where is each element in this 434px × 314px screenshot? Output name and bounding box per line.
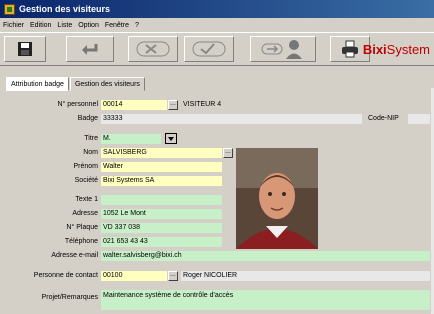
societe-field[interactable]: Bixi Systems SA xyxy=(101,176,222,186)
adresse-field[interactable]: 1052 Le Mont xyxy=(101,209,222,219)
contact-label: Personne de contact xyxy=(33,272,98,279)
title-bar: Gestion des visiteurs xyxy=(0,0,434,18)
undo-arrow-icon xyxy=(82,44,98,55)
prenom-label: Prénom xyxy=(73,163,98,170)
confirm-button[interactable] xyxy=(184,36,234,62)
window-title: Gestion des visiteurs xyxy=(19,4,111,14)
menu-liste[interactable]: Liste xyxy=(57,22,72,29)
texte1-label: Texte 1 xyxy=(75,196,98,203)
tab-attribution-badge[interactable]: Attribution badge xyxy=(6,77,69,91)
chevron-down-icon xyxy=(168,136,174,141)
adresse-label: Adresse xyxy=(72,210,98,217)
telephone-field[interactable]: 021 653 43 43 xyxy=(101,237,222,247)
delete-icon xyxy=(136,41,170,57)
plaque-field[interactable]: VD 337 038 xyxy=(101,223,222,233)
code-nip-label: Code-NIP xyxy=(368,115,399,122)
visitor-portrait-image xyxy=(236,148,318,249)
badge-field[interactable]: 33333 xyxy=(101,114,362,124)
projet-label: Projet/Remarques xyxy=(41,294,98,301)
exit-person-icon xyxy=(261,40,302,59)
printer-icon xyxy=(342,40,358,58)
menu-fenetre[interactable]: Fenêtre xyxy=(105,22,129,29)
tab-strip: Attribution badge Gestion des visiteurs xyxy=(6,77,146,91)
titre-label: Titre xyxy=(84,135,98,142)
personnel-name: VISITEUR 4 xyxy=(183,101,222,108)
contact-lookup-button[interactable]: … xyxy=(168,271,178,281)
projet-field[interactable]: Maintenance système de contrôle d'accès xyxy=(101,290,430,310)
badge-label: Badge xyxy=(77,115,98,122)
delete-button[interactable] xyxy=(128,36,178,62)
menu-fichier[interactable]: Fichier xyxy=(3,22,24,29)
app-icon xyxy=(4,3,15,15)
texte1-field[interactable] xyxy=(101,195,222,205)
contact-field[interactable]: 00100 xyxy=(101,271,167,281)
societe-label: Société xyxy=(74,177,98,184)
toolbar: BixiSystem xyxy=(0,32,434,66)
brand-logo-bold: Bixi xyxy=(362,42,387,57)
brand-logo: BixiSystem xyxy=(363,42,430,57)
email-field[interactable]: walter.salvisberg@bixi.ch xyxy=(101,251,430,261)
prenom-field[interactable]: Walter xyxy=(101,162,222,172)
visitor-photo xyxy=(236,148,318,249)
menu-option[interactable]: Option xyxy=(78,22,99,29)
code-nip-field[interactable] xyxy=(408,114,430,124)
titre-dropdown-button[interactable] xyxy=(165,133,177,144)
email-label: Adresse e-mail xyxy=(51,252,98,259)
undo-button[interactable] xyxy=(66,36,114,62)
menu-edition[interactable]: Edition xyxy=(30,22,51,29)
exit-button[interactable] xyxy=(250,36,316,62)
tab-gestion-visiteurs[interactable]: Gestion des visiteurs xyxy=(69,77,145,91)
nom-label: Nom xyxy=(83,149,98,156)
num-personnel-field[interactable]: 00014 xyxy=(101,100,167,110)
save-button[interactable] xyxy=(4,36,46,62)
menu-help[interactable]: ? xyxy=(135,22,139,29)
checkmark-icon xyxy=(192,41,226,57)
num-personnel-lookup-button[interactable]: … xyxy=(168,100,178,110)
titre-field[interactable]: M. xyxy=(101,134,161,144)
plaque-label: N° Plaque xyxy=(66,224,98,231)
brand-logo-rest: System xyxy=(386,42,430,57)
telephone-label: Téléphone xyxy=(64,238,98,245)
contact-name: Roger NICOLIER xyxy=(181,271,430,281)
nom-field[interactable]: SALVISBERG xyxy=(101,148,222,158)
floppy-disk-icon xyxy=(18,42,32,56)
num-personnel-label: N° personnel xyxy=(57,101,98,108)
menu-bar: Fichier Edition Liste Option Fenêtre ? xyxy=(0,19,434,31)
nom-lookup-button[interactable]: … xyxy=(223,148,233,158)
